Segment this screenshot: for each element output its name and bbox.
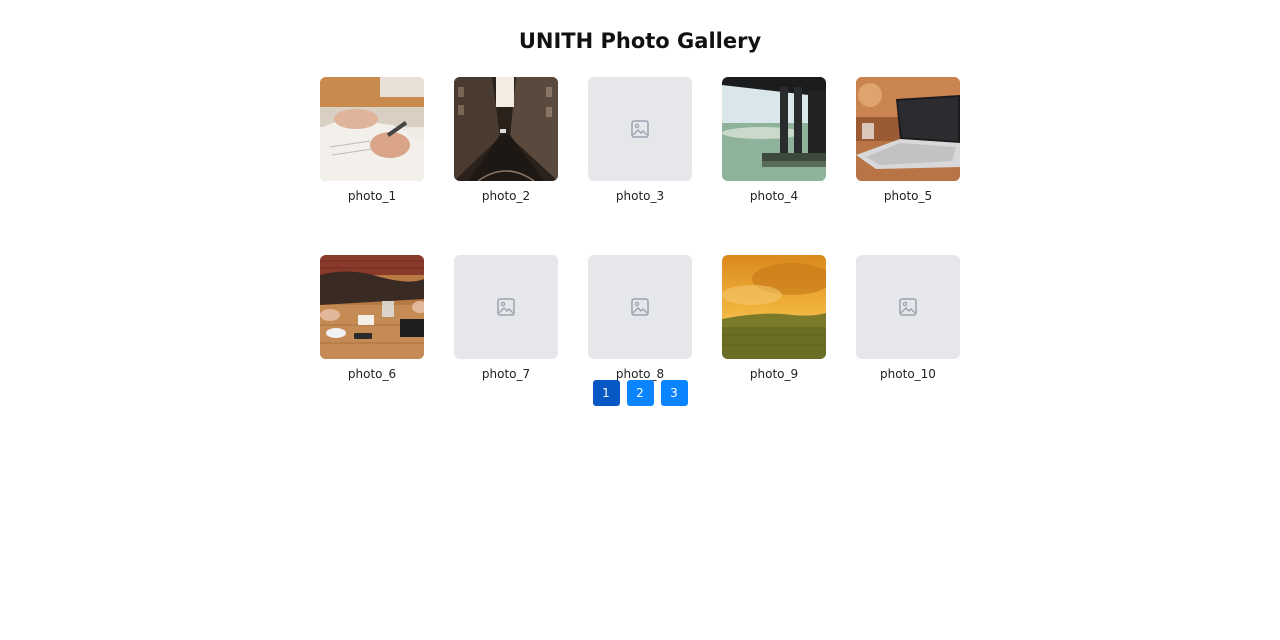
photo-caption: photo_9 <box>749 367 799 381</box>
photo-card[interactable]: photo_6 <box>320 255 424 381</box>
photo-thumbnail-placeholder[interactable] <box>588 77 692 181</box>
photo-caption: photo_7 <box>481 367 531 381</box>
photo-thumbnail-placeholder[interactable] <box>454 255 558 359</box>
image-placeholder-icon <box>899 298 917 316</box>
photo-caption: photo_3 <box>615 189 665 203</box>
photo-card[interactable]: photo_5 <box>856 77 960 203</box>
photo-thumbnail-placeholder[interactable] <box>588 255 692 359</box>
photo-card[interactable]: photo_10 <box>856 255 960 381</box>
photo-card[interactable]: photo_8 <box>588 255 692 381</box>
photo-caption: photo_5 <box>883 189 933 203</box>
photo-thumbnail[interactable] <box>722 255 826 359</box>
photo-card[interactable]: photo_2 <box>454 77 558 203</box>
page-title: UNITH Photo Gallery <box>518 29 762 53</box>
photo-thumbnail[interactable] <box>320 77 424 181</box>
photo-card[interactable]: photo_1 <box>320 77 424 203</box>
photo-image-city-street-sepia <box>454 77 558 181</box>
photo-caption: photo_8 <box>615 367 665 381</box>
photo-thumbnail[interactable] <box>320 255 424 359</box>
photo-thumbnail-placeholder[interactable] <box>856 255 960 359</box>
photo-card[interactable]: photo_9 <box>722 255 826 381</box>
photo-grid: photo_1 photo_2 photo_3 photo_4 photo_5 … <box>320 77 961 381</box>
photo-thumbnail[interactable] <box>856 77 960 181</box>
photo-image-hands-writing <box>320 77 424 181</box>
photo-image-golden-field-sky <box>722 255 826 359</box>
photo-caption: photo_10 <box>880 367 936 381</box>
photo-thumbnail[interactable] <box>454 77 558 181</box>
photo-card[interactable]: photo_7 <box>454 255 558 381</box>
gallery-page: UNITH Photo Gallery photo_1 photo_2 phot… <box>0 0 1280 640</box>
page-button-3[interactable]: 3 <box>660 380 688 406</box>
page-button-2[interactable]: 2 <box>626 380 654 406</box>
image-placeholder-icon <box>631 298 649 316</box>
photo-card[interactable]: photo_4 <box>722 77 826 203</box>
photo-image-pier-over-water <box>722 77 826 181</box>
image-placeholder-icon <box>631 120 649 138</box>
pagination: 1 2 3 <box>0 380 1280 406</box>
photo-card[interactable]: photo_3 <box>588 77 692 203</box>
photo-caption: photo_6 <box>347 367 397 381</box>
photo-caption: photo_1 <box>347 189 397 203</box>
page-button-1[interactable]: 1 <box>592 380 620 406</box>
photo-image-table-with-coffee <box>320 255 424 359</box>
image-placeholder-icon <box>497 298 515 316</box>
photo-image-laptop-on-desk <box>856 77 960 181</box>
photo-caption: photo_4 <box>749 189 799 203</box>
photo-thumbnail[interactable] <box>722 77 826 181</box>
photo-caption: photo_2 <box>481 189 531 203</box>
